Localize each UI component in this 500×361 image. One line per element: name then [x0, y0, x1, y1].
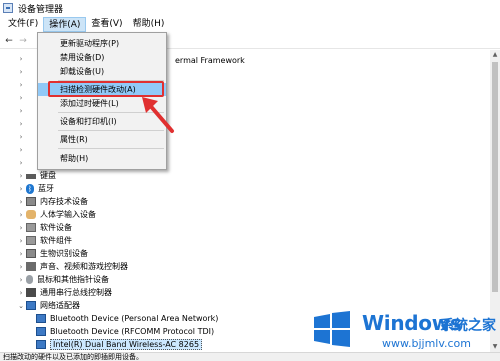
tree-row-label: Intel(R) Dual Band Wireless-AC 8265 — [50, 339, 203, 350]
tree-row-label: Bluetooth Device (RFCOMM Protocol TDI) — [50, 327, 215, 336]
collapse-icon[interactable]: ⌄ — [16, 302, 26, 310]
tree-row-hidden[interactable]: › — [16, 156, 26, 169]
network-adapter-icon — [26, 301, 36, 310]
network-adapter-icon — [36, 327, 46, 336]
menu-item-update-driver[interactable]: 更新驱动程序(P) — [38, 37, 166, 50]
menu-item-disable-device[interactable]: 禁用设备(D) — [38, 51, 166, 64]
expand-icon[interactable]: › — [16, 185, 26, 193]
tree-row-label: 通用串行总线控制器 — [40, 288, 112, 297]
tree-row-label: 内存技术设备 — [40, 197, 88, 206]
menu-item-help[interactable]: 帮助(H) — [38, 152, 166, 165]
scroll-thumb[interactable] — [492, 62, 498, 292]
network-adapter-icon — [36, 314, 46, 323]
tree-row-intel-wireless[interactable]: Intel(R) Dual Band Wireless-AC 8265 — [36, 338, 203, 351]
expand-icon[interactable]: › — [16, 289, 26, 297]
tree-row-label: 软件组件 — [40, 236, 72, 245]
menu-action[interactable]: 操作(A) — [43, 17, 87, 32]
tree-row-label: 蓝牙 — [38, 184, 54, 193]
tree-row-biometric[interactable]: › 生物识别设备 — [16, 247, 88, 260]
tree-row-hidden[interactable]: › — [16, 78, 26, 91]
tree-row-label: 网络适配器 — [40, 301, 80, 310]
usb-icon — [26, 288, 36, 297]
tree-row-hidden[interactable]: › — [16, 104, 26, 117]
expand-icon[interactable]: › — [16, 172, 26, 180]
tree-row-label: 人体学输入设备 — [40, 210, 96, 219]
expand-icon[interactable]: › — [16, 146, 26, 154]
software-component-icon — [26, 236, 36, 245]
tree-row-memory[interactable]: › 内存技术设备 — [16, 195, 88, 208]
mouse-icon — [26, 275, 33, 284]
tree-row-bt-pan[interactable]: Bluetooth Device (Personal Area Network) — [36, 312, 218, 325]
tree-row-software-components[interactable]: › 软件组件 — [16, 234, 72, 247]
watermark-url: www.bjjmlv.com — [382, 337, 471, 350]
tree-row-label: ermal Framework — [175, 56, 245, 65]
expand-icon[interactable]: › — [16, 55, 26, 63]
software-device-icon — [26, 223, 36, 232]
tree-row-hid[interactable]: › 人体学输入设备 — [16, 208, 96, 221]
tree-row-label: 鼠标和其他指针设备 — [37, 275, 109, 284]
tree-row-label: Bluetooth Device (Personal Area Network) — [50, 314, 219, 323]
speaker-icon — [26, 262, 36, 271]
network-adapter-icon — [36, 340, 46, 349]
menu-file[interactable]: 文件(F) — [3, 17, 43, 32]
expand-icon[interactable]: › — [16, 224, 26, 232]
window-title: 设备管理器 — [18, 4, 64, 15]
tree-row-hidden[interactable]: › — [16, 65, 26, 78]
menu-view[interactable]: 查看(V) — [86, 17, 127, 32]
expand-icon[interactable]: › — [16, 276, 26, 284]
annotation-arrow — [142, 97, 174, 133]
expand-icon[interactable]: › — [16, 211, 26, 219]
windows-watermark: Windows 系统之家 www.bjjmlv.com — [300, 305, 500, 353]
tree-row-hidden[interactable]: › — [16, 130, 26, 143]
tree-row-network[interactable]: ⌄ 网络适配器 — [16, 299, 80, 312]
expand-icon[interactable]: › — [16, 159, 26, 167]
expand-icon[interactable]: › — [16, 68, 26, 76]
expand-icon[interactable]: › — [16, 263, 26, 271]
memory-chip-icon — [26, 197, 36, 206]
tree-row-partial[interactable]: ermal Framework — [175, 54, 245, 67]
expand-icon[interactable]: › — [16, 133, 26, 141]
watermark-subtitle: 系统之家 — [440, 318, 496, 334]
keyboard-icon — [26, 174, 36, 179]
tree-row-label: 生物识别设备 — [40, 249, 88, 258]
expand-icon[interactable]: › — [16, 94, 26, 102]
tree-row-label: 键盘 — [40, 171, 56, 180]
expand-icon[interactable]: › — [16, 198, 26, 206]
forward-icon[interactable]: → — [18, 36, 28, 46]
menu-help[interactable]: 帮助(H) — [128, 17, 170, 32]
tree-row-software-devices[interactable]: › 软件设备 — [16, 221, 72, 234]
biometric-icon — [26, 249, 36, 258]
bluetooth-icon: ᛒ — [26, 183, 34, 194]
device-manager-icon — [3, 3, 13, 13]
tree-row-hidden[interactable]: › — [16, 52, 26, 65]
expand-icon[interactable]: › — [16, 107, 26, 115]
tree-row-mouse[interactable]: › 鼠标和其他指针设备 — [16, 273, 109, 286]
expand-icon[interactable]: › — [16, 81, 26, 89]
tree-row-usb[interactable]: › 通用串行总线控制器 — [16, 286, 112, 299]
back-icon[interactable]: ← — [4, 36, 14, 46]
tree-row-bluetooth[interactable]: › ᛒ 蓝牙 — [16, 182, 54, 195]
expand-icon[interactable]: › — [16, 237, 26, 245]
menu-separator — [58, 148, 164, 149]
tree-row-label: 软件设备 — [40, 223, 72, 232]
tree-row-hidden[interactable]: › — [16, 91, 26, 104]
tree-row-hidden[interactable]: › — [16, 143, 26, 156]
tree-row-hidden[interactable]: › — [16, 117, 26, 130]
tree-row-keyboard[interactable]: › 键盘 — [16, 169, 56, 182]
expand-icon[interactable]: › — [16, 250, 26, 258]
menu-item-uninstall-device[interactable]: 卸载设备(U) — [38, 65, 166, 78]
tree-row-label: 声音、视频和游戏控制器 — [40, 262, 128, 271]
menu-bar: 文件(F) 操作(A) 查看(V) 帮助(H) — [0, 16, 500, 33]
expand-icon[interactable]: › — [16, 120, 26, 128]
status-bar: 扫描改动的硬件以及已添加的即插即用设备。 — [0, 352, 500, 361]
scroll-up-icon[interactable]: ▲ — [490, 50, 500, 60]
windows-logo-icon — [314, 311, 350, 347]
hid-icon — [26, 210, 36, 219]
title-bar: 设备管理器 — [0, 0, 500, 16]
tree-row-audio[interactable]: › 声音、视频和游戏控制器 — [16, 260, 128, 273]
tree-row-bt-rfcomm[interactable]: Bluetooth Device (RFCOMM Protocol TDI) — [36, 325, 214, 338]
